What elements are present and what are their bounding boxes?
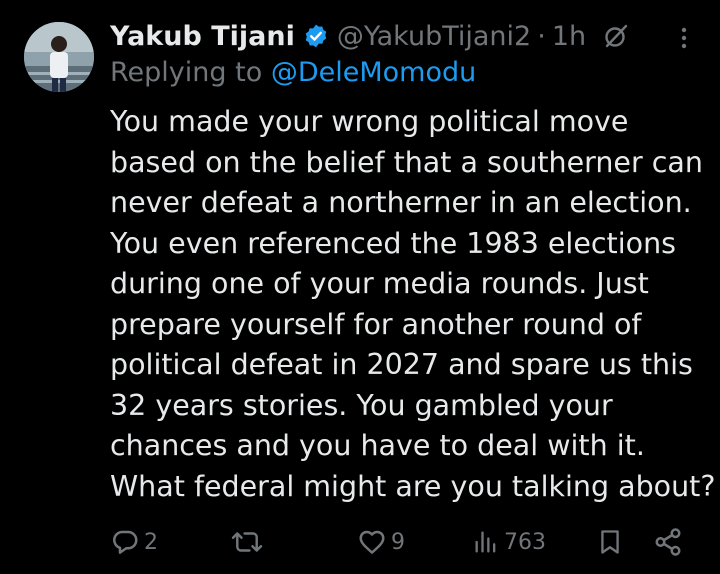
tweet-header: Yakub Tijani @YakubTijani2 · 1h bbox=[110, 16, 710, 56]
reply-button[interactable]: 2 bbox=[110, 522, 158, 562]
tweet-body-line: chances and you have to deal with it. bbox=[110, 429, 645, 462]
tweet-body: You made your wrong political move based… bbox=[110, 102, 716, 507]
replying-to-line: Replying to @DeleMomodu bbox=[110, 57, 476, 88]
verified-badge-icon bbox=[303, 23, 329, 49]
tweet-body-line: during one of your media rounds. Just bbox=[110, 267, 649, 300]
tweet-body-line: You made your wrong political move bbox=[110, 105, 629, 138]
retweet-button[interactable] bbox=[230, 522, 268, 562]
like-button[interactable]: 9 bbox=[357, 522, 405, 562]
share-button[interactable] bbox=[653, 522, 683, 562]
timestamp[interactable]: 1h bbox=[552, 21, 586, 52]
bookmark-button[interactable] bbox=[596, 522, 624, 562]
share-icon bbox=[653, 527, 683, 557]
avatar-photo bbox=[24, 22, 94, 92]
replying-prefix: Replying to bbox=[110, 57, 271, 88]
heart-icon bbox=[357, 527, 387, 557]
separator-dot: · bbox=[537, 20, 546, 52]
tweet-body-line: political defeat in 2027 and spare us th… bbox=[110, 348, 693, 381]
author-name[interactable]: Yakub Tijani bbox=[110, 21, 295, 52]
views-button[interactable]: 763 bbox=[472, 522, 546, 562]
tweet-body-line: You even referenced the 1983 elections bbox=[110, 226, 676, 260]
reply-icon bbox=[110, 527, 140, 557]
author-handle[interactable]: @YakubTijani2 bbox=[337, 21, 531, 52]
retweet-icon bbox=[230, 527, 264, 557]
replying-to-mention[interactable]: @DeleMomodu bbox=[271, 57, 476, 88]
tweet-action-bar: 2 9 763 bbox=[0, 522, 720, 562]
tweet-body-line: never defeat a northerner in an election… bbox=[110, 186, 692, 219]
tweet-body-line: based on the belief that a southerner ca… bbox=[110, 145, 703, 179]
tweet-body-line: What federal might are you talking about… bbox=[110, 469, 716, 503]
views-count: 763 bbox=[504, 529, 546, 555]
tweet-body-line: prepare yourself for another round of bbox=[110, 307, 642, 341]
grok-icon[interactable] bbox=[602, 22, 630, 50]
avatar[interactable] bbox=[24, 22, 94, 92]
more-vertical-icon[interactable] bbox=[676, 24, 692, 52]
like-count: 9 bbox=[391, 529, 405, 555]
views-chart-icon bbox=[472, 527, 500, 557]
tweet-body-line: 32 years stories. You gambled your bbox=[110, 388, 613, 422]
bookmark-icon bbox=[596, 527, 624, 557]
reply-count: 2 bbox=[144, 529, 158, 555]
